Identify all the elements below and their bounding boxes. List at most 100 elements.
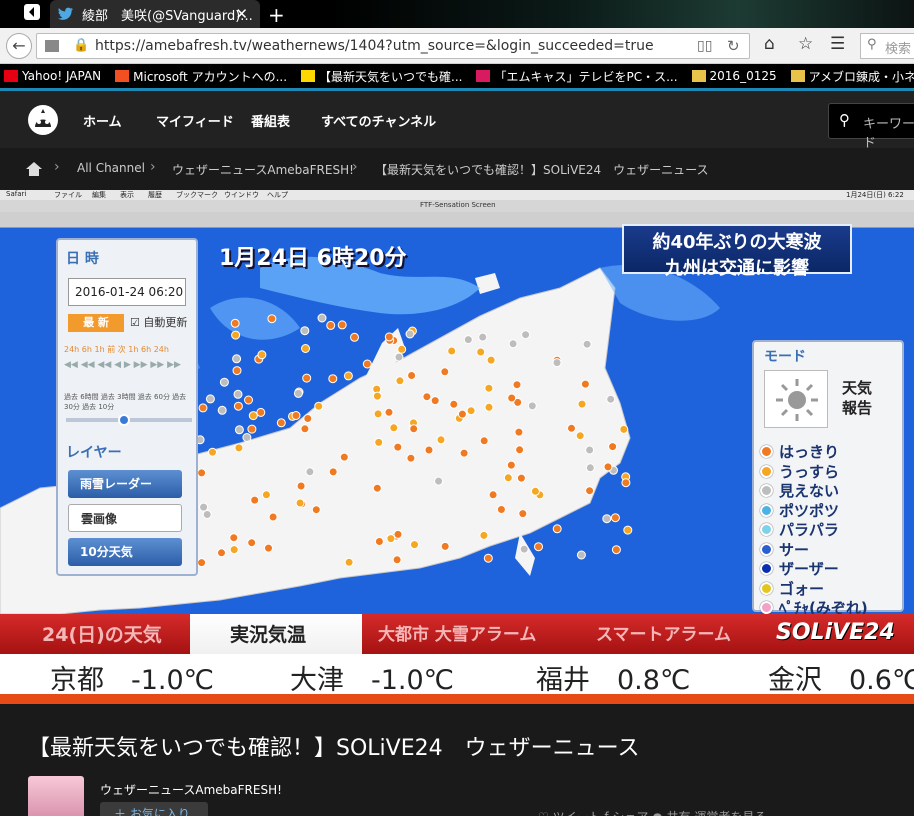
station-dot	[436, 435, 446, 445]
back-button[interactable]: ←	[6, 33, 32, 59]
url-text[interactable]: https://amebafresh.tv/weathernews/1404?u…	[95, 38, 654, 54]
video-mac-menu-item: ウインドウ	[224, 191, 259, 199]
bookmarks-list-icon[interactable]: ☰	[830, 34, 845, 54]
station-dot	[478, 332, 488, 342]
new-tab-button[interactable]: +	[268, 3, 285, 27]
station-dot	[229, 545, 239, 555]
playback-controls-icon: ◀◀ ◀◀ ◀◀ ◀ ▶ ▶▶ ▶▶ ▶▶	[64, 360, 181, 370]
bookmark-item[interactable]: 【最新天気をいつでも確...	[301, 68, 462, 85]
browser-tab-active[interactable]: 綾部 美咲(@SVanguard)... ✕	[50, 0, 260, 28]
legend-dot-icon	[760, 581, 773, 595]
station-dot	[407, 371, 417, 380]
station-dot	[585, 445, 595, 455]
station-dot	[397, 344, 407, 354]
time-slider-knob	[118, 414, 130, 426]
nav-home[interactable]: ホーム	[83, 111, 122, 130]
station-dot	[247, 424, 257, 434]
mode-panel: モード 天気 報告 はっきり うっすら 見えない ポツポツ パラパラ サー ザーザー ゴォー ﾍﾟ…	[752, 340, 904, 617]
station-dot	[585, 486, 595, 496]
share-actions[interactable]: ♡ ツイート f シェア ● 共有 運営者を見る	[538, 808, 766, 816]
station-dot	[582, 339, 592, 349]
site-search-placeholder: キーワード	[863, 117, 914, 151]
station-dot	[197, 558, 207, 568]
station-dot	[518, 509, 528, 519]
station-dot	[217, 405, 227, 415]
address-bar[interactable]: 🔒 https://amebafresh.tv/weathernews/1404…	[36, 33, 750, 59]
page-title: 【最新天気をいつでも確認！】SOLiVE24 ウェザーニュース	[28, 736, 640, 761]
lock-icon[interactable]: 🔒	[73, 38, 89, 53]
bookmark-item[interactable]: Yahoo! JAPAN	[4, 69, 101, 83]
station-dot	[344, 557, 354, 567]
channel-avatar[interactable]	[28, 776, 84, 816]
video-player[interactable]: Safari ファイル 編集 表示 履歴 ブックマーク ウインドウ ヘルプ 1月24日(日) 6…	[0, 190, 914, 704]
bookmark-item[interactable]: Microsoft アカウントへの...	[115, 68, 287, 85]
nav-my-feed[interactable]: マイフィード	[156, 111, 234, 130]
video-mac-menu-item: ファイル	[54, 191, 82, 199]
bookmark-label: 2016_0125	[709, 69, 777, 83]
legend-label: パラパラ	[779, 521, 839, 540]
station-dot	[219, 377, 229, 387]
bookmark-label: Microsoft アカウントへの...	[133, 69, 288, 84]
station-dot	[300, 326, 310, 336]
bookmark-label: 「エムキャス」テレビをPC・ス...	[494, 69, 678, 84]
station-dot	[217, 548, 226, 558]
station-dot	[291, 411, 301, 420]
station-dot	[507, 393, 517, 403]
layer-10min-weather: 10分天気	[68, 538, 182, 566]
window-title-text: FTF-Sensation Screen	[420, 201, 496, 209]
station-dot	[303, 414, 313, 423]
station-dot	[476, 347, 486, 357]
station-dot	[479, 436, 489, 446]
station-dot	[374, 537, 384, 546]
station-dot	[394, 352, 404, 362]
station-dot	[384, 332, 394, 342]
breadcrumb: › All Channel › ウェザーニュースAmebaFRESH! › 【最…	[0, 148, 914, 190]
bookmark-item[interactable]: アメブロ錬成・小ネタ集	[790, 68, 914, 85]
home-icon[interactable]	[26, 162, 42, 176]
bookmark-star-icon[interactable]: ☆	[798, 34, 813, 54]
datetime-control-panel: 日 時 2016-01-24 06:20 最 新 ☑ 自動更新 24h 6h 1…	[56, 238, 198, 576]
nav-program-guide[interactable]: 番組表	[251, 111, 290, 130]
site-search-input[interactable]: ⚲ キーワード	[828, 103, 914, 151]
page-info-icon[interactable]	[45, 40, 59, 52]
station-dot	[610, 513, 620, 523]
station-dot	[516, 473, 526, 483]
station-dot	[317, 313, 327, 323]
browser-search-box[interactable]: ⚲ 検索	[860, 33, 914, 59]
video-mac-menu-item: 編集	[92, 191, 106, 199]
station-dot	[372, 483, 382, 493]
site-header: ホーム マイフィード 番組表 すべてのチャンネル ⚲ キーワード	[0, 88, 914, 151]
legend-dot-icon	[760, 464, 773, 478]
station-dot	[619, 424, 629, 434]
station-dot	[514, 427, 524, 437]
station-dot	[575, 431, 585, 441]
station-dot	[328, 467, 338, 477]
station-dot	[585, 463, 595, 473]
breadcrumb-all-channel[interactable]: All Channel	[77, 161, 145, 175]
home-icon[interactable]: ⌂	[764, 34, 775, 54]
station-dot	[305, 467, 315, 477]
station-dot	[424, 445, 434, 455]
bookmark-item[interactable]: 2016_0125	[691, 69, 777, 83]
latest-button: 最 新	[68, 314, 124, 332]
station-dot	[296, 481, 306, 491]
tab-close-icon[interactable]: ✕	[235, 5, 248, 23]
station-dot	[248, 411, 258, 421]
station-dot	[527, 401, 537, 411]
station-dot	[300, 424, 310, 434]
station-dot	[430, 396, 440, 406]
amebafresh-logo-icon[interactable]	[28, 105, 58, 135]
video-mac-clock: 1月24日(日) 6:22	[846, 191, 904, 199]
legend-item: パラパラ	[760, 520, 868, 540]
station-dot	[247, 538, 257, 548]
reload-icon[interactable]: ↻	[727, 37, 740, 55]
reader-view-icon[interactable]: ▯▯	[697, 38, 712, 54]
channel-name[interactable]: ウェザーニュースAmebaFRESH!	[100, 781, 282, 798]
ticker-tab-smart-alarm: スマートアラーム	[596, 625, 731, 645]
favorite-button[interactable]: ＋ お気に入り	[100, 802, 208, 816]
breadcrumb-channel[interactable]: ウェザーニュースAmebaFRESH!	[172, 161, 354, 178]
nav-all-channels[interactable]: すべてのチャンネル	[321, 111, 436, 130]
station-dot	[232, 366, 242, 376]
station-dot	[314, 401, 324, 411]
bookmark-item[interactable]: 「エムキャス」テレビをPC・ス...	[476, 68, 678, 85]
